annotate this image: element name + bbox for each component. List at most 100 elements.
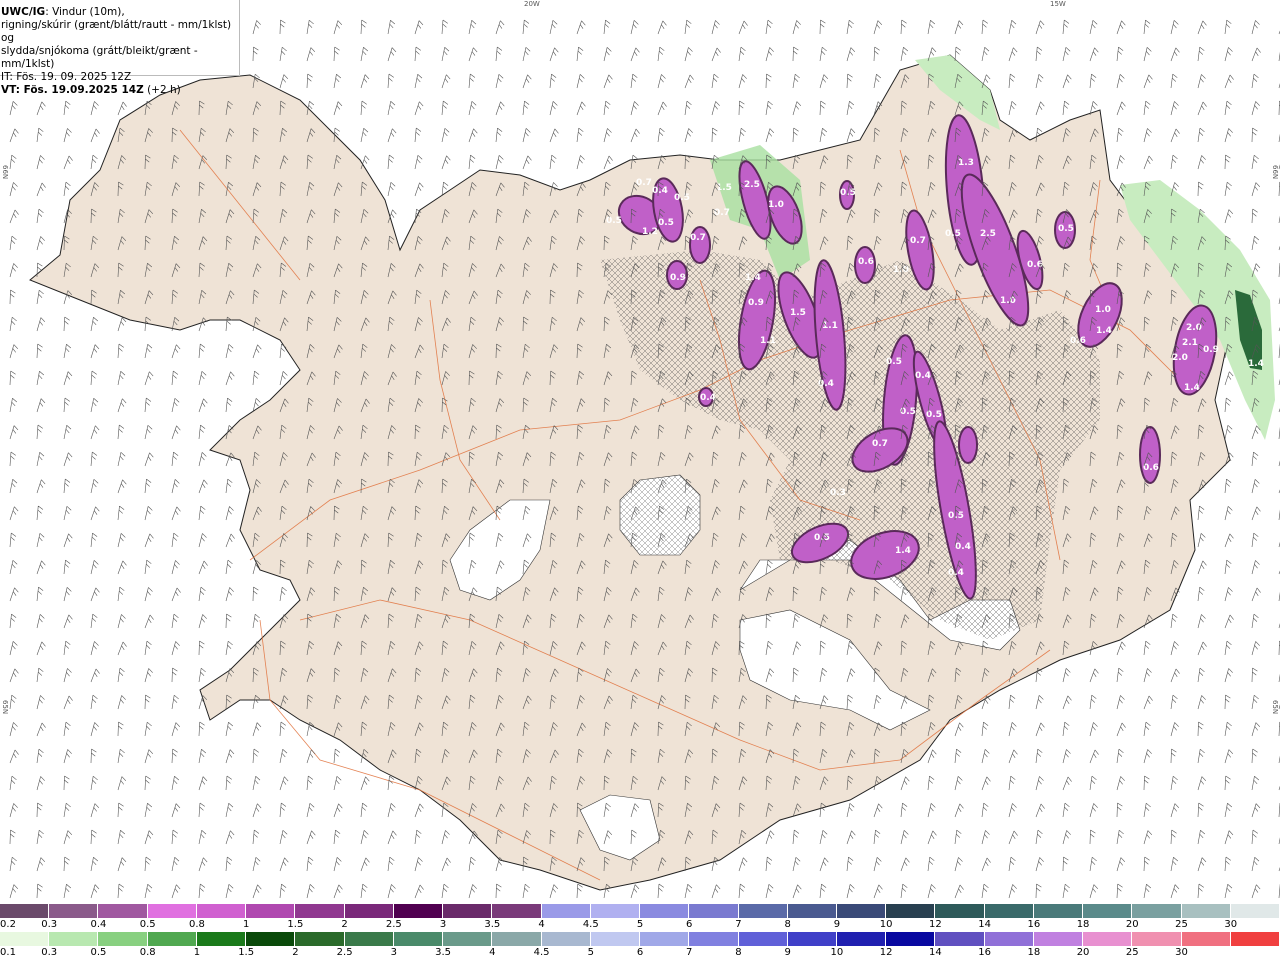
wind-barb xyxy=(1197,74,1206,89)
wind-barb xyxy=(36,614,45,629)
wind-barb xyxy=(171,803,181,818)
wind-barb xyxy=(1224,74,1234,89)
wind-barb xyxy=(900,802,908,818)
wind-barb xyxy=(36,533,45,548)
wind-barb xyxy=(63,100,71,116)
wind-barb xyxy=(36,802,43,818)
wind-barb xyxy=(1197,586,1205,602)
wind-barb xyxy=(9,235,17,251)
wind-barb xyxy=(9,370,16,386)
wind-barb xyxy=(63,883,72,899)
wind-barb xyxy=(765,884,774,899)
wind-barb xyxy=(252,46,259,62)
precip-value-label: 0.6 xyxy=(1143,463,1159,473)
wind-barb xyxy=(36,667,44,683)
wind-barb xyxy=(1035,803,1045,818)
precip-value-label: 2.0 xyxy=(1186,323,1202,333)
precip-value-label: 0.7 xyxy=(714,208,730,218)
wind-barb xyxy=(1143,128,1152,143)
wind-barb xyxy=(306,47,316,62)
wind-barb xyxy=(198,586,206,602)
wind-barb xyxy=(684,128,693,143)
wind-barb xyxy=(684,47,693,62)
wind-barb xyxy=(1062,721,1070,737)
wind-barb xyxy=(1062,802,1070,818)
wind-barb xyxy=(225,587,234,602)
wind-barb xyxy=(144,397,152,413)
legend-label: 12 xyxy=(879,947,893,958)
wind-barb xyxy=(819,46,827,62)
wind-barb xyxy=(1008,722,1017,737)
wind-barb xyxy=(1035,748,1043,764)
wind-barb xyxy=(468,154,476,170)
wind-barb xyxy=(225,830,235,845)
wind-barb xyxy=(711,47,721,62)
legend-label: 20 xyxy=(1125,919,1139,930)
wind-barb xyxy=(198,505,206,521)
wind-barb xyxy=(63,856,70,872)
wind-barb xyxy=(1170,668,1180,683)
precip-value-label: 0.4 xyxy=(948,568,964,578)
wind-barb xyxy=(1062,776,1072,791)
wind-barb xyxy=(360,128,369,143)
wind-barb xyxy=(1008,20,1017,35)
wind-barb xyxy=(117,101,127,116)
legend-label: 1 xyxy=(242,919,250,930)
legend-swatch xyxy=(1181,932,1231,946)
wind-barb xyxy=(198,857,208,872)
wind-barb xyxy=(576,127,584,143)
legend-swatch xyxy=(935,904,985,918)
wind-barb xyxy=(1008,803,1017,818)
legend-label: 14 xyxy=(929,947,942,958)
wind-barb xyxy=(144,668,153,683)
wind-barb xyxy=(387,884,396,899)
legend-swatch xyxy=(49,932,99,946)
wind-barb xyxy=(9,613,17,629)
wind-barb xyxy=(333,101,343,116)
wind-barb xyxy=(252,803,262,818)
legend-swatch xyxy=(1033,904,1084,918)
wind-barb xyxy=(1170,101,1179,116)
wind-barb xyxy=(171,344,181,359)
wind-barb xyxy=(117,317,127,332)
wind-barb xyxy=(1035,74,1044,89)
wind-barb xyxy=(63,614,73,629)
wind-barb xyxy=(333,748,341,764)
wind-barb xyxy=(414,74,423,89)
wind-barb xyxy=(36,208,44,224)
wind-barb xyxy=(414,46,421,62)
wind-barb xyxy=(333,776,342,791)
wind-barb xyxy=(9,128,19,143)
wind-barb xyxy=(1197,181,1204,197)
wind-barb xyxy=(1116,829,1124,845)
wind-barb xyxy=(306,884,315,899)
wind-barb xyxy=(495,101,505,116)
wind-barb xyxy=(1251,884,1261,899)
wind-barb xyxy=(144,559,152,575)
wind-barb xyxy=(1251,694,1259,710)
wind-barb xyxy=(171,560,180,575)
wind-barb xyxy=(1143,856,1150,872)
wind-barb xyxy=(63,802,71,818)
precip-value-label: 1.4 xyxy=(1248,359,1264,369)
wind-barb xyxy=(171,884,181,899)
wind-barb xyxy=(117,695,126,710)
wind-barb xyxy=(441,19,448,35)
wind-barb xyxy=(1224,19,1232,35)
legend-label: 10 xyxy=(879,919,893,930)
wind-barb xyxy=(36,343,43,359)
wind-barb xyxy=(792,101,802,116)
wind-barb xyxy=(36,155,45,170)
legend-label: 10 xyxy=(830,947,844,958)
wind-barb xyxy=(441,47,450,62)
legend-label: 25 xyxy=(1125,947,1139,958)
wind-barb xyxy=(9,479,18,494)
wind-barb xyxy=(90,316,99,332)
wind-barb xyxy=(63,397,70,413)
wind-barb xyxy=(198,479,208,494)
wind-barb xyxy=(90,748,97,764)
wind-barb xyxy=(441,128,450,143)
wind-barb xyxy=(171,694,179,710)
wind-barb xyxy=(468,47,478,62)
wind-barb xyxy=(846,856,854,872)
